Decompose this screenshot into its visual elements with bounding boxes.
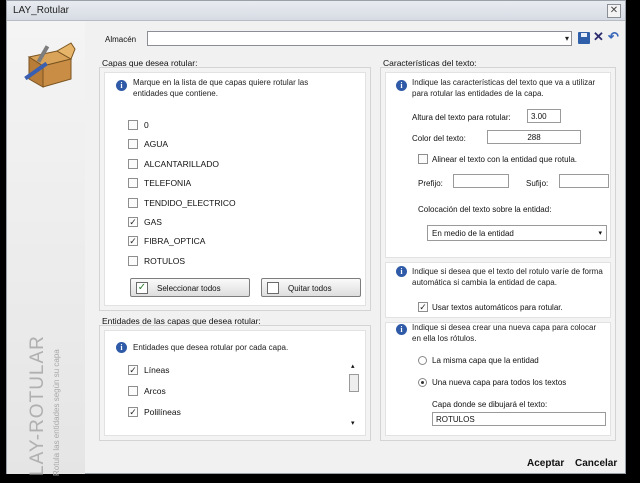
deselect-all-label: Quitar todos bbox=[288, 284, 332, 293]
scroll-down-icon[interactable]: ▾ bbox=[351, 419, 355, 427]
auto-checkbox[interactable]: ✓ bbox=[418, 302, 428, 312]
texto-info-text: Indique las características del texto qu… bbox=[412, 78, 596, 98]
altura-label: Altura del texto para rotular: bbox=[412, 113, 511, 122]
entidad-label: Polilíneas bbox=[144, 407, 181, 417]
checkmark-icon: ✓ bbox=[136, 282, 148, 294]
capa-checkbox[interactable] bbox=[128, 158, 138, 169]
floppy-save-icon[interactable] bbox=[578, 32, 590, 44]
capa-label: TELEFONIA bbox=[144, 178, 192, 189]
capa-label: ROTULOS bbox=[144, 255, 186, 266]
capa-checkbox[interactable] bbox=[128, 178, 138, 189]
capa-label: TENDIDO_ELECTRICO bbox=[144, 197, 236, 208]
select-all-button[interactable]: ✓ Seleccionar todos bbox=[130, 278, 250, 297]
info-icon: i bbox=[396, 266, 407, 277]
entidades-info-text: Entidades que desea rotular por cada cap… bbox=[133, 343, 289, 352]
capa-label: 0 bbox=[144, 120, 149, 130]
altura-input[interactable]: 3.00 bbox=[527, 109, 561, 123]
capa-checkbox[interactable] bbox=[128, 197, 138, 208]
window-title: LAY_Rotular bbox=[13, 5, 69, 16]
capa-checkbox[interactable]: ✓ bbox=[128, 236, 138, 247]
auto-label: Usar textos automáticos para rotular. bbox=[432, 303, 563, 312]
accept-button[interactable]: Aceptar bbox=[527, 458, 564, 469]
capa-checkbox[interactable] bbox=[128, 139, 138, 150]
capa-label: Capa donde se dibujará el texto: bbox=[432, 400, 548, 409]
capa-label: FIBRA_OPTICA bbox=[144, 236, 206, 247]
prefijo-label: Prefijo: bbox=[418, 179, 443, 188]
info-icon: i bbox=[396, 324, 407, 335]
auto-info-text: Indique si desea que el texto del rotulo… bbox=[412, 267, 603, 287]
undo-icon[interactable]: ↶ bbox=[608, 29, 619, 45]
capa-checkbox[interactable] bbox=[128, 120, 138, 130]
box-tools-icon bbox=[21, 39, 77, 91]
color-input[interactable]: 288 bbox=[487, 130, 581, 144]
capas-panel bbox=[104, 72, 366, 306]
alinear-label: Alinear el texto con la entidad que rotu… bbox=[432, 155, 577, 164]
capa-label: GAS bbox=[144, 217, 162, 227]
radio-nueva-label: Una nueva capa para todos los textos bbox=[432, 378, 567, 387]
capa-input[interactable]: ROTULOS bbox=[432, 412, 606, 426]
sufijo-label: Sufijo: bbox=[526, 179, 549, 188]
capa-label: ALCANTARILLADO bbox=[144, 158, 219, 169]
delete-icon[interactable]: ✕ bbox=[593, 29, 604, 45]
chevron-down-icon: ▾ bbox=[598, 230, 602, 237]
capa-checkbox[interactable]: ✓ bbox=[128, 217, 138, 227]
info-icon: i bbox=[116, 80, 127, 91]
sidebar-banner: LAY-ROTULAR Rotula las entidades según s… bbox=[7, 21, 85, 476]
entidad-label: Arcos bbox=[144, 386, 166, 396]
capa-label: AGUA bbox=[144, 139, 169, 150]
colocacion-value: En medio de la entidad bbox=[432, 229, 514, 238]
almacen-label: Almacén bbox=[105, 35, 137, 44]
info-icon: i bbox=[396, 80, 407, 91]
almacen-combo[interactable]: ▾ bbox=[147, 31, 572, 46]
radio-misma-label: La misma capa que la entidad bbox=[432, 356, 539, 365]
alinear-checkbox[interactable] bbox=[418, 154, 428, 164]
close-button[interactable]: ✕ bbox=[607, 4, 621, 18]
radio-nueva-capa[interactable] bbox=[418, 378, 427, 387]
sufijo-input[interactable] bbox=[559, 174, 609, 188]
entidad-checkbox[interactable] bbox=[128, 386, 138, 396]
scroll-thumb[interactable] bbox=[349, 374, 359, 392]
capa-checkbox[interactable] bbox=[128, 255, 138, 266]
color-label: Color del texto: bbox=[412, 134, 466, 143]
colocacion-select[interactable]: En medio de la entidad ▾ bbox=[427, 225, 607, 241]
prefijo-input[interactable] bbox=[453, 174, 509, 188]
empty-box-icon bbox=[267, 282, 279, 294]
deselect-all-button[interactable]: Quitar todos bbox=[261, 278, 361, 297]
app-subtitle: Rotula las entidades según su capa bbox=[52, 349, 61, 476]
dialog-window: LAY_Rotular ✕ LAY-ROTULAR Rotula las ent… bbox=[6, 0, 626, 476]
radio-misma-capa[interactable] bbox=[418, 356, 427, 365]
entidad-checkbox[interactable]: ✓ bbox=[128, 407, 138, 417]
capas-info-text: Marque en la lista de que capas quiere r… bbox=[133, 78, 309, 98]
chevron-down-icon[interactable]: ▾ bbox=[565, 34, 569, 43]
capa-info-text: Indique si desea crear una nueva capa pa… bbox=[412, 323, 597, 343]
select-all-label: Seleccionar todos bbox=[157, 284, 221, 293]
entidades-scrollbar[interactable]: ▴ ▾ bbox=[348, 362, 361, 427]
info-icon: i bbox=[116, 342, 127, 353]
entidad-label: Líneas bbox=[144, 365, 170, 375]
entidad-checkbox[interactable]: ✓ bbox=[128, 365, 138, 375]
capas-group bbox=[99, 67, 371, 311]
app-title: LAY-ROTULAR bbox=[27, 335, 48, 476]
scroll-up-icon[interactable]: ▴ bbox=[351, 362, 355, 370]
title-bar: LAY_Rotular ✕ bbox=[7, 1, 625, 21]
cancel-button[interactable]: Cancelar bbox=[575, 458, 617, 469]
colocacion-label: Colocación del texto sobre la entidad: bbox=[418, 205, 552, 214]
